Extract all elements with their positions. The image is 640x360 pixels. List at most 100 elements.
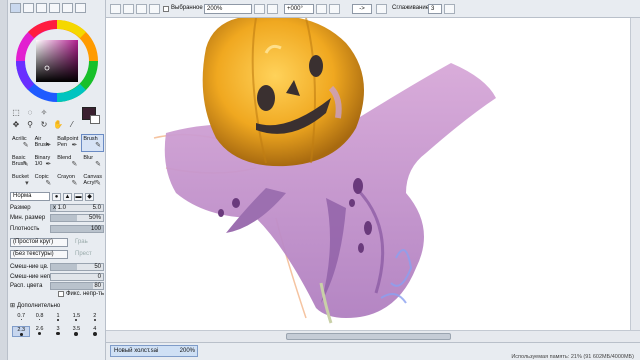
brush-size-label: 3 — [56, 326, 60, 332]
brush-tool-item[interactable]: Basic Brush ✎ — [10, 153, 32, 171]
scratchpad-view-button[interactable] — [75, 3, 86, 13]
color-wheel[interactable] — [14, 18, 100, 104]
mix-color-label: Смеш-ние цв. — [10, 264, 49, 270]
brush-size-preset[interactable]: 3 — [49, 326, 67, 337]
brush-size-label: 2.3 — [17, 327, 26, 333]
mixer-view-button[interactable] — [49, 3, 60, 13]
texture-dropdown[interactable]: (Без текстуры) Прест — [10, 250, 92, 259]
horizontal-scrollbar[interactable] — [106, 330, 640, 342]
brush-tool-item[interactable]: Copic ✎ — [33, 172, 55, 190]
brush-tool-item[interactable]: Crayon ✎ — [55, 172, 80, 190]
move-icon[interactable]: ✥ — [11, 120, 21, 130]
brush-tool-item[interactable]: Blend ✎ — [55, 153, 80, 171]
min-size-slider[interactable]: 50% — [50, 214, 104, 222]
select-all-button[interactable] — [110, 4, 121, 14]
eyedropper-icon[interactable]: ⁄ — [67, 120, 77, 130]
stabilizer-icon[interactable] — [376, 4, 387, 14]
size-value: 5.0 — [92, 205, 101, 211]
brush-size-preset[interactable]: 4 — [86, 326, 104, 337]
stretch-color-slider-fill — [51, 283, 93, 289]
texture-strength[interactable]: Прест — [75, 251, 105, 258]
zoom-out-button[interactable] — [254, 4, 265, 14]
brush-tool-item[interactable]: Brush ✎ — [81, 134, 104, 152]
brush-shape-soft-icon[interactable]: ◆ — [85, 192, 94, 201]
swatch-view-button[interactable] — [62, 3, 73, 13]
brush-tool-item[interactable]: Bucket ▾ — [10, 172, 32, 190]
keep-opacity-checkbox[interactable] — [58, 291, 64, 297]
stretch-color-slider[interactable]: 80 — [50, 282, 104, 290]
brush-size-dot — [38, 332, 42, 336]
invert-selection-button[interactable] — [136, 4, 147, 14]
brush-size-preset[interactable]: 1.5 — [67, 313, 85, 324]
document-tab[interactable]: Новый холст.sai 200% — [110, 345, 198, 357]
brush-size-preset[interactable]: 2.3 — [12, 326, 31, 337]
size-slider[interactable]: x 1.0 5.0 — [50, 204, 104, 212]
zoom-in-button[interactable] — [267, 4, 278, 14]
smoothing-field[interactable]: 3 — [428, 4, 442, 14]
selection-label: Выбранное — [171, 5, 203, 11]
mix-color-value: 50 — [94, 264, 101, 270]
show-selection-button[interactable] — [149, 4, 160, 14]
brush-size-preset[interactable]: 2 — [86, 313, 104, 324]
zoom-icon[interactable]: ⚲ — [25, 120, 35, 130]
brush-tool-icon: ✒ — [71, 142, 78, 149]
keep-opacity-label: Фикс. непр-ть — [66, 291, 105, 297]
memory-status: Используемая память: 21% (91 602МБ/4000М… — [511, 354, 634, 360]
blend-mode-select[interactable]: Норма — [10, 192, 50, 201]
brush-size-preset[interactable]: 1 — [49, 313, 67, 324]
mix-opacity-slider[interactable]: 0 — [50, 273, 104, 281]
brush-tool-label: Blur — [83, 155, 94, 161]
lasso-icon[interactable]: ◌ — [25, 108, 35, 118]
expand-icon: ⊞ — [10, 303, 16, 309]
hand-icon[interactable]: ✋ — [53, 120, 63, 130]
deselect-button[interactable] — [123, 4, 134, 14]
brush-tool-item[interactable]: Blur ✎ — [81, 153, 104, 171]
brush-tool-item[interactable]: Binary 1/0 ✒ — [33, 153, 55, 171]
document-zoom: 200% — [179, 348, 195, 354]
rotate-icon[interactable]: ↻ — [39, 120, 49, 130]
smoothing-dropdown-button[interactable] — [444, 4, 455, 14]
brush-tool-item[interactable]: Air Brush ✒ — [33, 134, 55, 152]
rect-select-icon[interactable]: ⬚ — [11, 108, 21, 118]
mix-opacity-property: Смеш-ние непр. 0 — [10, 273, 104, 282]
keep-opacity-checkbox-row[interactable]: Фикс. непр-ть — [58, 291, 104, 297]
hsv-slider-view-button[interactable] — [36, 3, 47, 13]
show-selection-checkbox[interactable] — [163, 6, 169, 12]
brush-size-preset[interactable]: 0.8 — [30, 313, 48, 324]
brush-size-preset[interactable]: 3.5 — [67, 326, 85, 337]
brush-tool-icon: ✎ — [22, 142, 29, 149]
brush-tool-item[interactable]: Canvas Acryl ✎ — [81, 172, 104, 190]
brush-tool-item[interactable]: Ballpoint Pen ✒ — [55, 134, 80, 152]
brush-size-dot — [57, 319, 59, 321]
advanced-toggle[interactable]: ⊞ Дополнительно — [10, 302, 60, 310]
zoom-field[interactable]: 200% — [204, 4, 252, 14]
brush-shape-flat-icon[interactable]: ▬ — [74, 192, 83, 201]
rgb-slider-view-button[interactable] — [23, 3, 34, 13]
density-slider[interactable]: 100 — [50, 225, 104, 233]
brush-tool-item[interactable]: Acrilic ✎ — [10, 134, 32, 152]
brush-tool-icon: ✒ — [45, 142, 52, 149]
brush-shape-strength[interactable]: Граь — [75, 239, 105, 246]
tool-panel: ⬚ ◌ ✧ ✥ ⚲ ↻ ✋ ⁄ Acrilic ✎ Air Brush ✒ Ballpo… — [8, 0, 106, 360]
brush-size-preset[interactable]: 0.7 — [12, 313, 30, 324]
horizontal-scrollbar-thumb[interactable] — [286, 333, 451, 340]
tool-icons: ⬚ ◌ ✧ ✥ ⚲ ↻ ✋ ⁄ — [11, 108, 87, 132]
min-size-label: Мин. размер — [10, 215, 46, 221]
angle-field[interactable]: +000° — [284, 4, 314, 14]
color-wheel-view-button[interactable] — [10, 3, 21, 13]
drawing-canvas[interactable] — [106, 18, 640, 330]
brush-tool-icon: ✎ — [95, 161, 101, 168]
panel-view-buttons — [10, 3, 86, 13]
rotate-right-button[interactable] — [329, 4, 340, 14]
brush-shape-hard-icon[interactable]: ▲ — [63, 192, 72, 201]
brush-shape-round-icon[interactable]: ● — [52, 192, 61, 201]
magic-wand-icon[interactable]: ✧ — [39, 108, 49, 118]
flip-button[interactable]: -> — [352, 4, 372, 14]
rotate-left-button[interactable] — [316, 4, 327, 14]
mix-color-slider[interactable]: 50 — [50, 263, 104, 271]
vertical-scrollbar[interactable] — [630, 18, 640, 330]
brush-shape-dropdown[interactable]: (Простой круг) Граь — [10, 238, 88, 247]
brush-size-dot — [92, 332, 97, 337]
background-color-swatch[interactable] — [90, 115, 100, 124]
brush-size-preset[interactable]: 2.6 — [30, 326, 48, 337]
